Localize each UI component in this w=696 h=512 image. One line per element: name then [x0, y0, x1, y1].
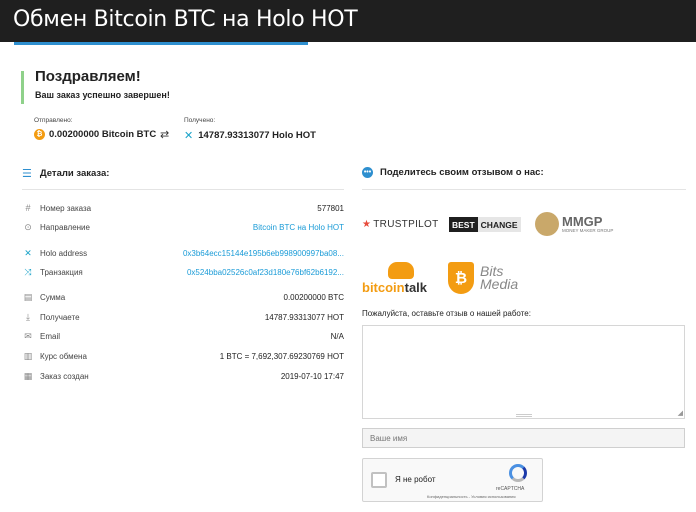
star-icon: ★ [362, 219, 372, 230]
swap-icon: ⇄ [160, 129, 170, 141]
detail-value: 14787.93313077 HOT [264, 312, 344, 322]
detail-value: 0.00200000 BTC [283, 292, 345, 302]
share-title: Поделитесь своим отзывом о нас: [380, 167, 544, 178]
direction-icon: ⊙ [24, 221, 32, 232]
textarea-grip[interactable] [516, 414, 532, 417]
detail-label: Транзакция [40, 267, 83, 277]
received-value: 14787.93313077 Holo HOT [198, 130, 316, 141]
calendar-icon: ▦ [23, 370, 33, 381]
bitcointalk-link[interactable]: bitcointalk [362, 262, 427, 295]
detail-value-link[interactable]: 0x524bba02526c0af23d180e76bf62b6192... [187, 268, 344, 277]
title-underline [14, 42, 308, 45]
page-title: Обмен Bitcoin BTC на Holo HOT [13, 7, 358, 32]
trustpilot-logo-text: TRUSTPILOT [373, 219, 439, 230]
detail-label: Получаете [40, 312, 80, 322]
detail-label: Сумма [40, 292, 66, 302]
resize-handle-icon[interactable]: ◢ [678, 409, 683, 417]
bestchange-logo-text-b: CHANGE [477, 217, 521, 232]
bitcointalk-cloud-icon [388, 262, 414, 279]
detail-value: N/A [330, 331, 344, 341]
mmgp-logo-subtext: MONEY MAKER GROUP [562, 227, 614, 233]
success-title: Поздравляем! [35, 68, 141, 85]
detail-label: Email [40, 331, 61, 341]
chart-icon: ▥ [23, 350, 33, 361]
detail-row: # Номер заказа 577801 [22, 201, 344, 215]
list-icon: ☰ [22, 168, 32, 180]
bitsmedia-link[interactable]: ₿ Bits Media [448, 262, 518, 294]
detail-value: 1 BTC = 7,692,307.69230769 HOT [219, 351, 344, 361]
detail-row: ▦ Заказ создан 2019-07-10 17:47 [22, 369, 344, 383]
recaptcha-logo-icon [509, 464, 527, 482]
order-details-heading: ☰ Детали заказа: [22, 167, 109, 180]
order-details-title: Детали заказа: [39, 168, 110, 179]
detail-label: Номер заказа [40, 203, 92, 213]
received-amount: ✕ 14787.93313077 Holo HOT [184, 129, 316, 142]
success-message: Поздравляем! Ваш заказ успешно завершен! [21, 68, 170, 104]
detail-value-link[interactable]: Bitcoin BTC на Holo HOT [253, 223, 344, 232]
bitsmedia-shield-icon: ₿ [448, 262, 474, 294]
download-icon: ⤓ [26, 311, 30, 322]
sent-amount: ₿ 0.00200000 Bitcoin BTC [34, 129, 156, 140]
bitcoin-icon: ₿ [34, 129, 45, 140]
recaptcha-brand: reCAPTCHA [496, 486, 525, 492]
mmgp-link[interactable]: MMGP MONEY MAKER GROUP [535, 212, 613, 236]
detail-label: Направление [40, 222, 90, 232]
bitcointalk-a: bitcoin [362, 280, 405, 295]
name-input[interactable] [362, 428, 685, 448]
feedback-textarea[interactable]: ◢ [362, 325, 685, 419]
share-heading: ••• Поделитесь своим отзывом о нас: [362, 167, 544, 178]
detail-row: ✉ Email N/A [22, 329, 344, 343]
recaptcha-label: Я не робот [395, 475, 436, 484]
wallet-icon: ▤ [23, 291, 33, 302]
bitsmedia-logo-text: Bits Media [480, 264, 519, 292]
detail-row: ✕ Holo address 0x3b64ecc15144e195b6eb99890… [22, 246, 344, 260]
recaptcha-terms-link[interactable]: Конфиденциальность - Условия использован… [427, 494, 516, 499]
chat-icon: ••• [362, 167, 373, 178]
detail-label: Holo address [40, 248, 88, 258]
email-icon: ✉ [24, 330, 32, 341]
shuffle-icon: ⤨ [24, 266, 32, 277]
detail-label: Курс обмена [40, 351, 87, 361]
success-subtitle: Ваш заказ успешно завершен! [35, 90, 170, 100]
page-header: Обмен Bitcoin BTC на Holo HOT [0, 0, 696, 42]
sent-label: Отправлено: [34, 117, 73, 124]
received-label: Получено: [184, 117, 216, 124]
mmgp-logo-icon [535, 212, 559, 236]
mmgp-logo-text: MMGP [562, 213, 603, 229]
detail-value: 2019-07-10 17:47 [280, 371, 344, 381]
sent-value: 0.00200000 Bitcoin BTC [49, 129, 157, 140]
holo-icon: ✕ [24, 247, 32, 258]
detail-value-link[interactable]: 0x3b64ecc15144e195b6eb998900997ba08... [183, 249, 344, 258]
recaptcha-widget: Я не робот reCAPTCHA Конфиденциальность … [362, 458, 543, 502]
detail-row: ⤨ Транзакция 0x524bba02526c0af23d180e76bf6… [22, 265, 344, 279]
detail-label: Заказ создан [40, 371, 89, 381]
feedback-label: Пожалуйста, оставьте отзыв о нашей работ… [362, 309, 531, 318]
divider [22, 189, 344, 190]
recaptcha-checkbox[interactable] [371, 472, 387, 488]
detail-value: 577801 [317, 203, 344, 213]
detail-row: ⤓ Получаете 14787.93313077 HOT [22, 310, 344, 324]
detail-row: ▥ Курс обмена 1 BTC = 7,692,307.69230769 H… [22, 349, 344, 363]
divider [362, 189, 686, 190]
hash-icon: # [25, 203, 31, 213]
bestchange-link[interactable]: BEST CHANGE [449, 217, 521, 232]
detail-row: ▤ Сумма 0.00200000 BTC [22, 290, 344, 304]
detail-row: ⊙ Направление Bitcoin BTC на Holo HOT [22, 220, 344, 234]
bitcointalk-b: talk [404, 280, 428, 295]
bestchange-logo-text-a: BEST [449, 217, 478, 232]
trustpilot-link[interactable]: ★ TRUSTPILOT [362, 219, 439, 230]
bitsmedia-b: Media [480, 276, 519, 292]
holo-icon: ✕ [184, 130, 194, 142]
bitcointalk-logo-text: bitcointalk [362, 280, 427, 295]
